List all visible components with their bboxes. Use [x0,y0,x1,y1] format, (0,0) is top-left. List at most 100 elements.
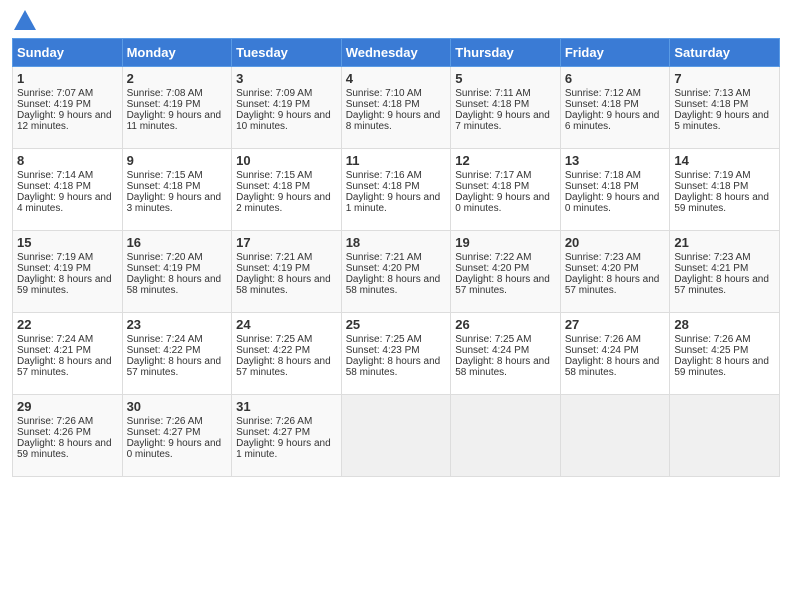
day-cell: 20Sunrise: 7:23 AMSunset: 4:20 PMDayligh… [560,231,670,313]
day-number: 3 [236,71,337,86]
sunrise: Sunrise: 7:18 AM [565,170,641,181]
daylight: Daylight: 9 hours and 10 minutes. [236,110,331,132]
day-cell: 26Sunrise: 7:25 AMSunset: 4:24 PMDayligh… [451,313,561,395]
sunset: Sunset: 4:18 PM [674,181,748,192]
day-cell: 15Sunrise: 7:19 AMSunset: 4:19 PMDayligh… [13,231,123,313]
day-number: 24 [236,317,337,332]
day-cell: 9Sunrise: 7:15 AMSunset: 4:18 PMDaylight… [122,149,232,231]
day-cell: 28Sunrise: 7:26 AMSunset: 4:25 PMDayligh… [670,313,780,395]
day-cell: 29Sunrise: 7:26 AMSunset: 4:26 PMDayligh… [13,395,123,477]
day-number: 12 [455,153,556,168]
day-number: 6 [565,71,666,86]
logo-icon [14,10,36,30]
day-cell: 4Sunrise: 7:10 AMSunset: 4:18 PMDaylight… [341,67,451,149]
daylight: Daylight: 8 hours and 58 minutes. [127,274,222,296]
sunset: Sunset: 4:18 PM [346,181,420,192]
column-header-wednesday: Wednesday [341,39,451,67]
sunrise: Sunrise: 7:08 AM [127,88,203,99]
day-cell: 18Sunrise: 7:21 AMSunset: 4:20 PMDayligh… [341,231,451,313]
day-cell [451,395,561,477]
sunrise: Sunrise: 7:24 AM [127,334,203,345]
sunset: Sunset: 4:18 PM [17,181,91,192]
sunset: Sunset: 4:27 PM [236,427,310,438]
sunset: Sunset: 4:23 PM [346,345,420,356]
day-cell: 22Sunrise: 7:24 AMSunset: 4:21 PMDayligh… [13,313,123,395]
sunset: Sunset: 4:22 PM [236,345,310,356]
sunrise: Sunrise: 7:20 AM [127,252,203,263]
week-row-4: 22Sunrise: 7:24 AMSunset: 4:21 PMDayligh… [13,313,780,395]
sunrise: Sunrise: 7:07 AM [17,88,93,99]
daylight: Daylight: 8 hours and 57 minutes. [236,356,331,378]
sunrise: Sunrise: 7:11 AM [455,88,530,99]
column-header-monday: Monday [122,39,232,67]
daylight: Daylight: 8 hours and 57 minutes. [674,274,769,296]
sunrise: Sunrise: 7:24 AM [17,334,93,345]
day-cell [560,395,670,477]
sunset: Sunset: 4:18 PM [565,99,639,110]
day-number: 25 [346,317,447,332]
day-number: 26 [455,317,556,332]
sunset: Sunset: 4:18 PM [565,181,639,192]
sunset: Sunset: 4:19 PM [236,263,310,274]
sunset: Sunset: 4:24 PM [565,345,639,356]
sunset: Sunset: 4:20 PM [565,263,639,274]
daylight: Daylight: 8 hours and 59 minutes. [17,438,112,460]
day-number: 18 [346,235,447,250]
daylight: Daylight: 9 hours and 11 minutes. [127,110,222,132]
day-number: 8 [17,153,118,168]
sunset: Sunset: 4:19 PM [17,99,91,110]
sunset: Sunset: 4:27 PM [127,427,201,438]
sunset: Sunset: 4:24 PM [455,345,529,356]
day-number: 22 [17,317,118,332]
day-cell: 25Sunrise: 7:25 AMSunset: 4:23 PMDayligh… [341,313,451,395]
sunrise: Sunrise: 7:13 AM [674,88,750,99]
sunrise: Sunrise: 7:21 AM [236,252,312,263]
day-number: 19 [455,235,556,250]
day-cell: 13Sunrise: 7:18 AMSunset: 4:18 PMDayligh… [560,149,670,231]
logo [12,10,36,30]
day-cell: 14Sunrise: 7:19 AMSunset: 4:18 PMDayligh… [670,149,780,231]
day-number: 14 [674,153,775,168]
day-number: 10 [236,153,337,168]
day-number: 9 [127,153,228,168]
sunrise: Sunrise: 7:26 AM [17,416,93,427]
day-cell: 2 Sunrise: 7:08 AMSunset: 4:19 PMDaylight… [122,67,232,149]
sunrise: Sunrise: 7:26 AM [565,334,641,345]
daylight: Daylight: 8 hours and 59 minutes. [674,192,769,214]
daylight: Daylight: 8 hours and 58 minutes. [346,274,441,296]
day-number: 17 [236,235,337,250]
main-container: SundayMondayTuesdayWednesdayThursdayFrid… [0,0,792,485]
daylight: Daylight: 9 hours and 3 minutes. [127,192,222,214]
day-number: 31 [236,399,337,414]
day-cell: 11Sunrise: 7:16 AMSunset: 4:18 PMDayligh… [341,149,451,231]
header-row: SundayMondayTuesdayWednesdayThursdayFrid… [13,39,780,67]
sunset: Sunset: 4:22 PM [127,345,201,356]
week-row-1: 1Sunrise: 7:07 AMSunset: 4:19 PMDaylight… [13,67,780,149]
sunset: Sunset: 4:25 PM [674,345,748,356]
sunrise: Sunrise: 7:10 AM [346,88,422,99]
day-cell: 5Sunrise: 7:11 AMSunset: 4:18 PMDaylight… [451,67,561,149]
day-cell [341,395,451,477]
day-cell: 7Sunrise: 7:13 AMSunset: 4:18 PMDaylight… [670,67,780,149]
day-cell: 19Sunrise: 7:22 AMSunset: 4:20 PMDayligh… [451,231,561,313]
daylight: Daylight: 9 hours and 7 minutes. [455,110,550,132]
day-number: 30 [127,399,228,414]
sunset: Sunset: 4:19 PM [236,99,310,110]
daylight: Daylight: 8 hours and 58 minutes. [455,356,550,378]
sunrise: Sunrise: 7:09 AM [236,88,312,99]
day-cell: 16Sunrise: 7:20 AMSunset: 4:19 PMDayligh… [122,231,232,313]
day-cell: 27Sunrise: 7:26 AMSunset: 4:24 PMDayligh… [560,313,670,395]
sunset: Sunset: 4:21 PM [17,345,91,356]
daylight: Daylight: 8 hours and 59 minutes. [674,356,769,378]
day-cell: 23Sunrise: 7:24 AMSunset: 4:22 PMDayligh… [122,313,232,395]
daylight: Daylight: 9 hours and 5 minutes. [674,110,769,132]
day-number: 15 [17,235,118,250]
sunrise: Sunrise: 7:26 AM [236,416,312,427]
header [12,10,780,30]
daylight: Daylight: 9 hours and 1 minute. [346,192,441,214]
day-number: 2 [127,71,228,86]
sunrise: Sunrise: 7:19 AM [17,252,93,263]
sunset: Sunset: 4:19 PM [127,99,201,110]
day-number: 23 [127,317,228,332]
sunset: Sunset: 4:18 PM [455,99,529,110]
